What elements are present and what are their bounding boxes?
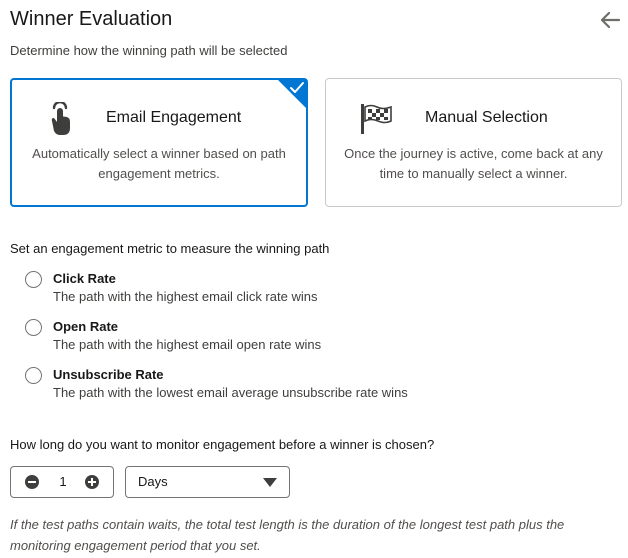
radio-label: Unsubscribe Rate: [53, 367, 164, 382]
radio-button[interactable]: [25, 367, 42, 384]
email-engagement-title: Email Engagement: [106, 109, 242, 126]
radio-button[interactable]: [25, 271, 42, 288]
duration-unit-select[interactable]: Days: [125, 466, 290, 498]
email-engagement-description: Automatically select a winner based on p…: [32, 146, 286, 181]
duration-unit-value: Days: [138, 474, 168, 489]
page-subtitle: Determine how the winning path will be s…: [10, 43, 288, 58]
back-button[interactable]: [598, 8, 622, 32]
selected-check-icon: [277, 79, 307, 109]
checkered-flag-icon: [361, 104, 392, 134]
header: Winner Evaluation: [10, 6, 622, 34]
email-engagement-card[interactable]: Email Engagement Automatically select a …: [10, 78, 308, 207]
manual-selection-title: Manual Selection: [425, 109, 548, 126]
plus-circle-icon: [85, 475, 99, 489]
radio-label: Open Rate: [53, 319, 119, 334]
radio-label: Click Rate: [53, 271, 116, 286]
minus-circle-icon: [25, 475, 39, 489]
caret-down-icon: [263, 478, 277, 487]
manual-selection-description: Once the journey is active, come back at…: [344, 146, 603, 181]
duration-input[interactable]: [47, 467, 79, 497]
decrement-button[interactable]: [24, 474, 40, 490]
radio-click-rate[interactable]: Click Rate The path with the highest ema…: [25, 270, 615, 310]
radio-description: The path with the highest email open rat…: [53, 337, 322, 352]
footnote: If the test paths contain waits, the tot…: [10, 517, 565, 553]
radio-unsubscribe-rate[interactable]: Unsubscribe Rate The path with the lowes…: [25, 366, 615, 406]
touch-hand-icon: [51, 102, 70, 135]
metric-heading: Set an engagement metric to measure the …: [10, 241, 330, 256]
arrow-left-icon: [600, 11, 621, 29]
page-title: Winner Evaluation: [10, 8, 173, 30]
monitor-heading: How long do you want to monitor engageme…: [10, 437, 435, 452]
radio-description: The path with the lowest email average u…: [53, 385, 408, 400]
radio-button[interactable]: [25, 319, 42, 336]
duration-stepper: [10, 466, 114, 498]
manual-selection-card[interactable]: Manual Selection Once the journey is act…: [325, 78, 622, 207]
radio-description: The path with the highest email click ra…: [53, 289, 318, 304]
radio-open-rate[interactable]: Open Rate The path with the highest emai…: [25, 318, 615, 358]
increment-button[interactable]: [84, 474, 100, 490]
